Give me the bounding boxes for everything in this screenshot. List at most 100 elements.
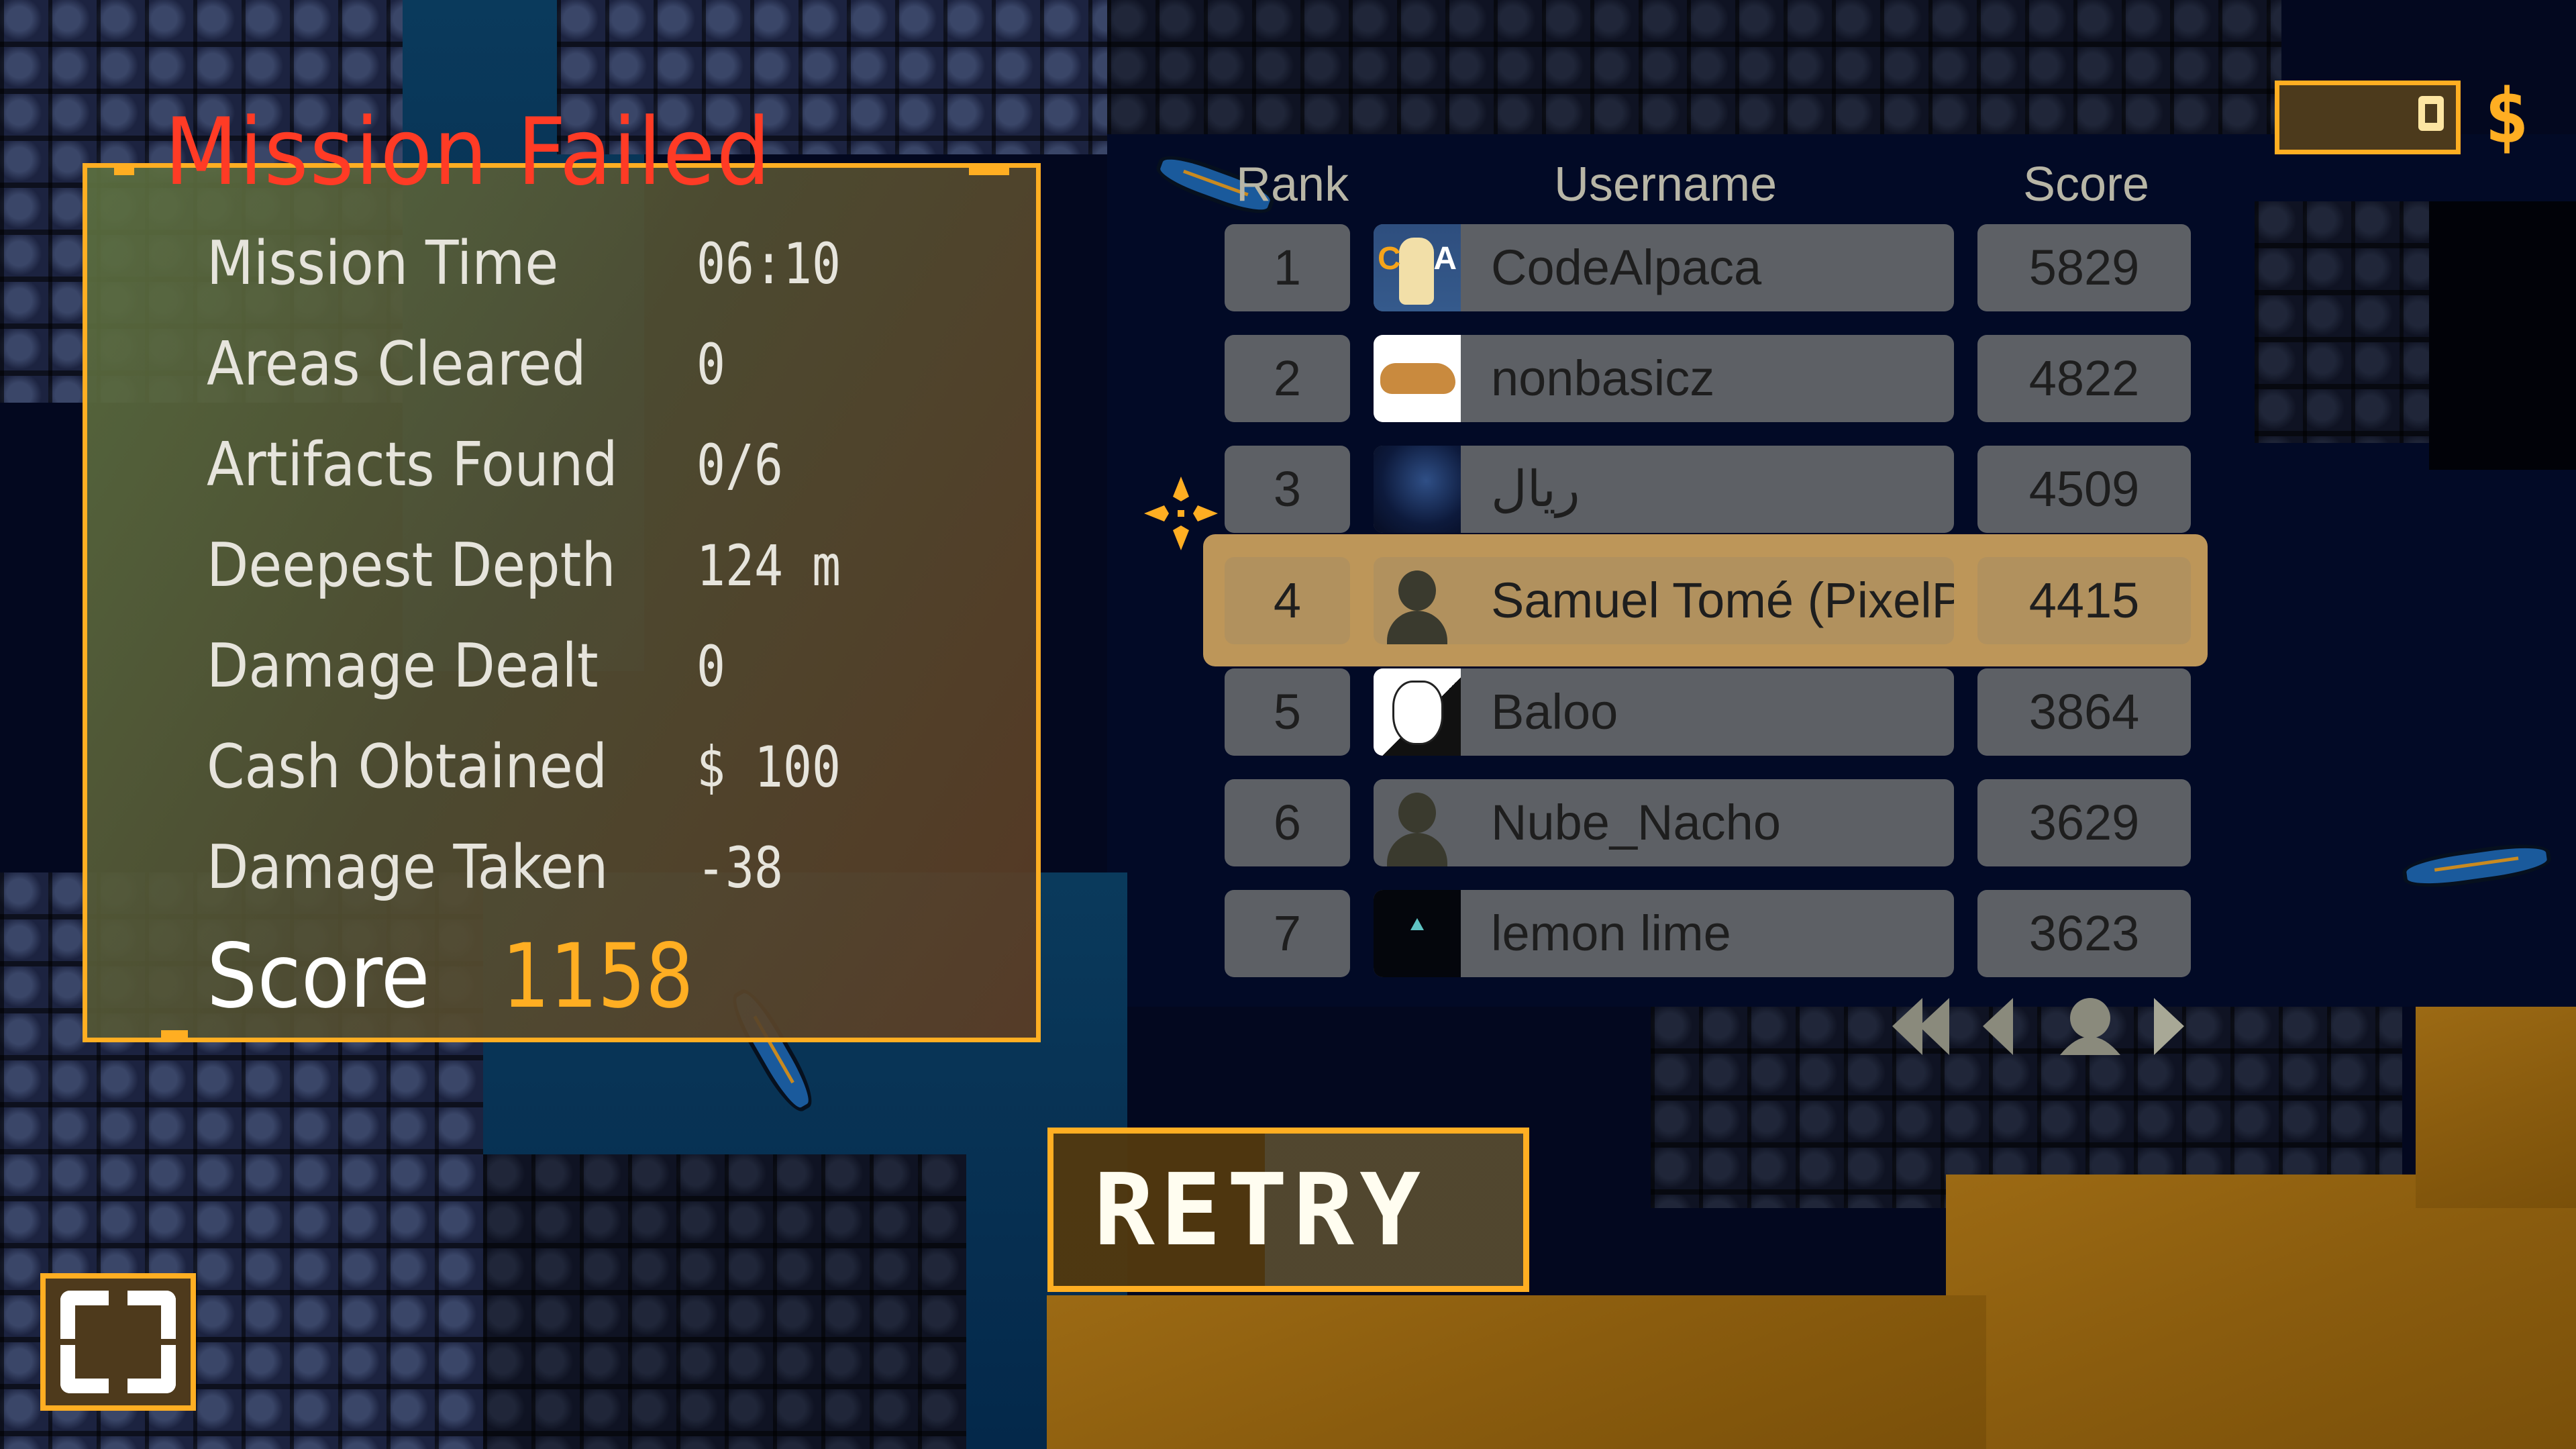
leaderboard-row: 7 lemon lime 3623	[1225, 890, 2191, 977]
stat-label: Damage Dealt	[207, 631, 599, 701]
stone-wall-top-right	[1107, 0, 2281, 134]
default-avatar	[1374, 779, 1461, 866]
dog-figure	[1380, 363, 1455, 394]
my-rank-button[interactable]	[2057, 998, 2120, 1055]
manga-avatar	[1374, 668, 1461, 756]
stone-floor-mid	[483, 1154, 966, 1449]
score-cell: 4415	[1977, 557, 2191, 644]
avatar-head	[1398, 793, 1436, 833]
cave-void-right	[2429, 201, 2576, 470]
panel-notch	[114, 163, 134, 175]
sand-step	[2416, 1007, 2576, 1208]
username: Samuel Tomé (PixelP	[1491, 572, 1954, 628]
manga-face	[1392, 681, 1443, 745]
leaderboard-row: 3 ريال 4509	[1225, 446, 2191, 533]
fullscreen-button[interactable]	[40, 1273, 196, 1411]
default-avatar	[1374, 557, 1461, 644]
username-cell: Samuel Tomé (PixelP	[1374, 557, 1954, 644]
stat-value: 06:10	[697, 231, 841, 297]
stat-label: Deepest Depth	[207, 530, 616, 601]
fullscreen-icon	[127, 1291, 176, 1339]
stat-label: Mission Time	[207, 228, 559, 299]
username: ريال	[1491, 461, 1580, 517]
username-cell: nonbasicz	[1374, 335, 1954, 422]
panel-notch	[161, 1030, 188, 1042]
username-cell: Baloo	[1374, 668, 1954, 756]
rank-cell: 5	[1225, 668, 1350, 756]
avatar-letter-c: C	[1378, 241, 1401, 277]
rank-cell: 4	[1225, 557, 1350, 644]
leaderboard-header-rank: Rank	[1236, 158, 1349, 211]
chevron-left-icon	[1983, 998, 2013, 1055]
leaderboard-row: 2 nonbasicz 4822	[1225, 335, 2191, 422]
score-label: Score	[207, 925, 430, 1028]
cash-value-digit: 0	[2418, 96, 2444, 131]
previous-page-button[interactable]	[1983, 998, 2043, 1055]
retry-button[interactable]: RETRY	[1047, 1128, 1529, 1292]
leaderboard-header-username: Username	[1554, 158, 1778, 211]
avatar-shoulders	[1387, 833, 1447, 866]
stat-value: 124 m	[697, 533, 841, 599]
score-cell: 4822	[1977, 335, 2191, 422]
rank-cell: 6	[1225, 779, 1350, 866]
score-value: 1158	[502, 925, 694, 1028]
stat-value: 0	[697, 332, 725, 397]
stone-wall-right	[2255, 201, 2429, 443]
rank-cell: 1	[1225, 224, 1350, 311]
stat-label: Damage Taken	[207, 832, 609, 903]
alpaca-avatar: C A	[1374, 224, 1461, 311]
rank-cell: 3	[1225, 446, 1350, 533]
username: lemon lime	[1491, 905, 1731, 961]
space-avatar	[1374, 446, 1461, 533]
rank-cell: 7	[1225, 890, 1350, 977]
leaderboard-pagination	[1892, 998, 2194, 1055]
retry-label: RETRY	[1094, 1152, 1427, 1268]
score-cell: 5829	[1977, 224, 2191, 311]
final-score: Score 1158	[207, 925, 694, 1028]
leaderboard-row-current-player: 4 Samuel Tomé (PixelP 4415	[1225, 557, 2191, 644]
score-cell: 4509	[1977, 446, 2191, 533]
leaderboard-row: 1 C A CodeAlpaca 5829	[1225, 224, 2191, 311]
double-chevron-left-icon	[1892, 998, 1949, 1055]
fullscreen-icon	[60, 1291, 109, 1339]
stat-value: $ 100	[697, 734, 841, 800]
stat-value: 0/6	[697, 432, 783, 498]
cash-counter: 0	[2275, 81, 2461, 154]
username-cell: lemon lime	[1374, 890, 1954, 977]
score-cell: 3864	[1977, 668, 2191, 756]
username-cell: ريال	[1374, 446, 1954, 533]
leaderboard-row: 5 Baloo 3864	[1225, 668, 2191, 756]
stat-label: Artifacts Found	[207, 430, 618, 500]
fullscreen-icon	[60, 1345, 109, 1393]
avatar-shoulders	[1387, 611, 1447, 644]
next-page-button[interactable]	[2154, 998, 2214, 1055]
dog-avatar	[1374, 335, 1461, 422]
score-cell: 3623	[1977, 890, 2191, 977]
first-page-button[interactable]	[1892, 998, 1953, 1055]
stat-value: -38	[697, 835, 783, 901]
dark-avatar	[1374, 890, 1461, 977]
username: Nube_Nacho	[1491, 795, 1781, 850]
avatar-head	[1398, 570, 1436, 611]
rank-cell: 2	[1225, 335, 1350, 422]
user-icon	[2060, 998, 2120, 1055]
sand-floor	[1946, 1175, 2576, 1449]
sand-floor-lower	[1047, 1295, 1986, 1449]
dollar-icon: $	[2484, 73, 2530, 160]
username-cell: Nube_Nacho	[1374, 779, 1954, 866]
avatar-glyph	[1410, 918, 1424, 930]
username-cell: C A CodeAlpaca	[1374, 224, 1954, 311]
chevron-right-icon	[2154, 998, 2184, 1055]
crosshair-icon	[1144, 477, 1218, 550]
username: CodeAlpaca	[1491, 240, 1762, 295]
fullscreen-icon	[127, 1345, 176, 1393]
alpaca-figure	[1399, 238, 1434, 305]
username: Baloo	[1491, 684, 1618, 740]
leaderboard-row: 6 Nube_Nacho 3629	[1225, 779, 2191, 866]
score-cell: 3629	[1977, 779, 2191, 866]
panel-notch	[969, 163, 1009, 175]
stat-label: Cash Obtained	[207, 732, 608, 802]
stat-label: Areas Cleared	[207, 329, 586, 399]
username: nonbasicz	[1491, 350, 1715, 406]
stat-value: 0	[697, 634, 725, 699]
